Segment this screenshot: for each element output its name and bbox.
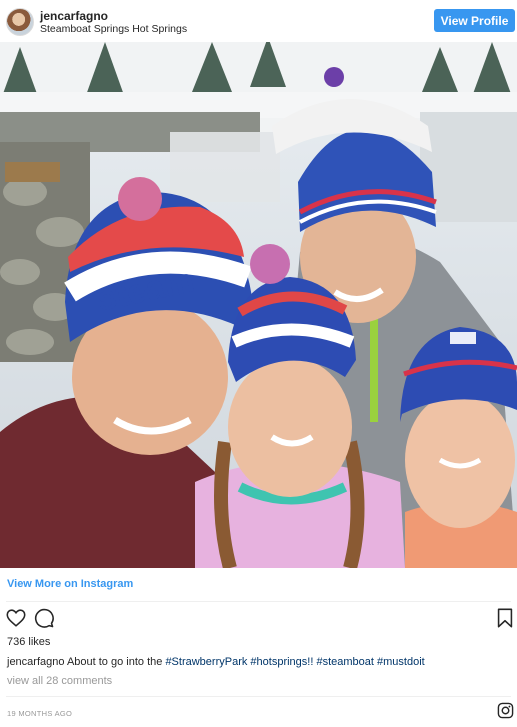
instagram-logo-icon[interactable] <box>497 702 514 719</box>
hashtag-link[interactable]: #steamboat <box>316 656 373 668</box>
view-comments-link[interactable]: view all 28 comments <box>7 675 112 687</box>
caption: jencarfagno About to go into the #Strawb… <box>7 656 425 668</box>
post-header: jencarfagno Steamboat Springs Hot Spring… <box>0 0 517 42</box>
hashtag-link[interactable]: #mustdoit <box>377 656 425 668</box>
avatar[interactable] <box>6 8 34 36</box>
action-bar <box>0 607 517 633</box>
divider <box>6 696 511 697</box>
hashtag-link[interactable]: #hotsprings!! <box>250 656 313 668</box>
post-photo[interactable]: steam <box>0 42 517 568</box>
caption-text: About to go into the <box>66 656 163 668</box>
comment-icon[interactable] <box>33 607 57 631</box>
caption-username[interactable]: jencarfagno <box>7 656 65 668</box>
likes-count: 736 likes <box>7 636 51 648</box>
username[interactable]: jencarfagno <box>40 9 108 23</box>
divider <box>6 601 511 602</box>
bookmark-icon[interactable] <box>495 607 517 631</box>
view-profile-button[interactable]: View Profile <box>434 9 515 32</box>
location[interactable]: Steamboat Springs Hot Springs <box>40 23 187 35</box>
heart-icon[interactable] <box>5 607 29 631</box>
post-timestamp[interactable]: 19 MONTHS AGO <box>7 709 72 718</box>
view-more-link[interactable]: View More on Instagram <box>7 578 133 590</box>
instagram-embed-card: jencarfagno Steamboat Springs Hot Spring… <box>0 0 517 727</box>
hashtag-link[interactable]: #StrawberryPark <box>165 656 247 668</box>
